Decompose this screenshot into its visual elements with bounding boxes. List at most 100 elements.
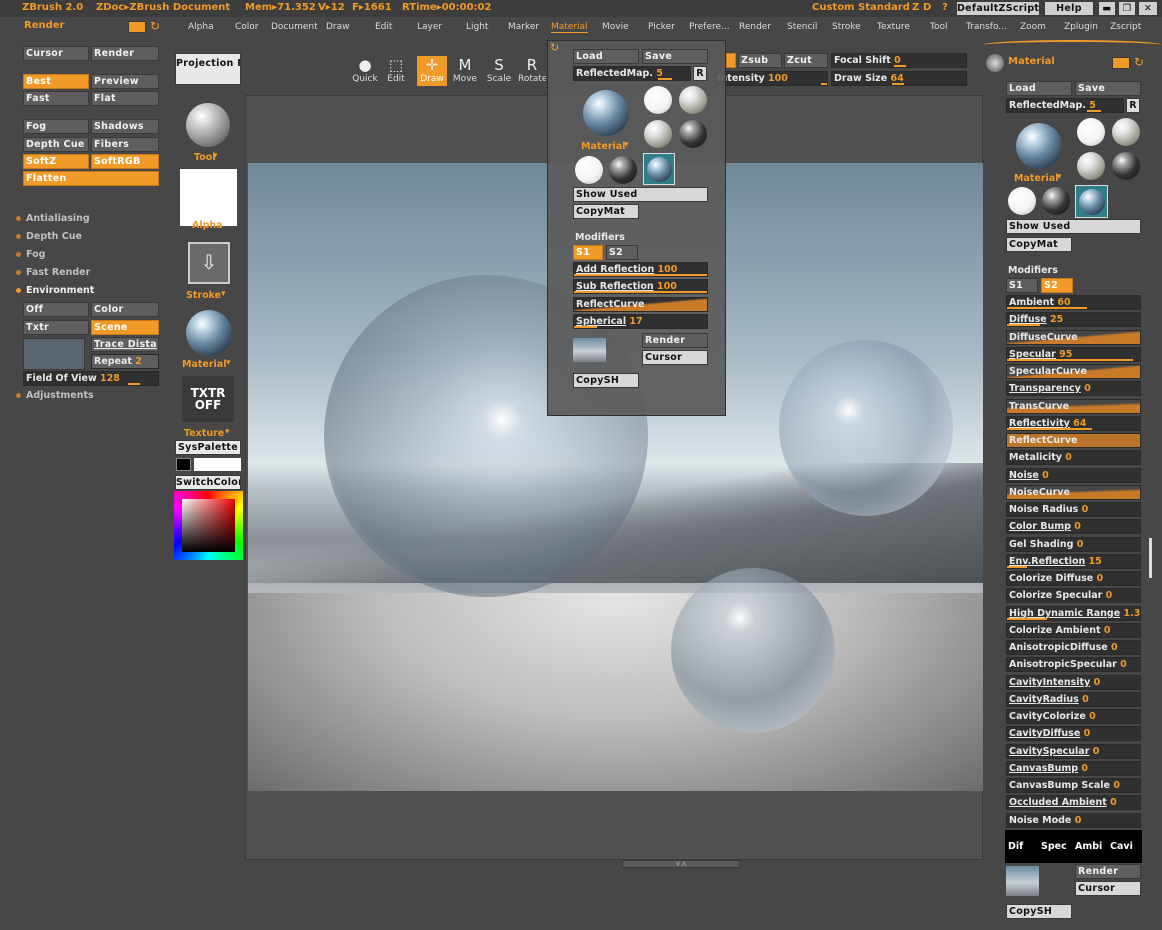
menu-texture[interactable]: Texture xyxy=(877,22,910,32)
right-mat-pearl[interactable] xyxy=(1112,118,1140,146)
cursor-button[interactable]: Cursor xyxy=(23,46,89,61)
slider-reflectcurve[interactable]: ReflectCurve xyxy=(1006,433,1141,448)
secondary-color-swatch[interactable] xyxy=(194,458,241,471)
menu-material[interactable]: Material xyxy=(551,22,588,33)
popup-copymat-button[interactable]: CopyMat xyxy=(573,204,639,219)
popup-s2-button[interactable]: S2 xyxy=(606,245,638,260)
zadd-button[interactable] xyxy=(726,53,736,68)
right-mat-white2[interactable] xyxy=(1008,187,1036,215)
projection-master-button[interactable]: Projection Master xyxy=(175,53,241,85)
section-adjustments[interactable]: Adjustments xyxy=(16,390,94,401)
right-mat-dark[interactable] xyxy=(1112,152,1140,180)
draw-button[interactable]: ✛ Draw xyxy=(417,56,447,86)
material-label[interactable]: Material xyxy=(182,359,226,370)
slider-color-bump[interactable]: Color Bump 0 xyxy=(1006,519,1141,534)
primary-color-swatch[interactable] xyxy=(176,458,191,471)
popup-s1-button[interactable]: S1 xyxy=(573,245,603,260)
right-env-thumbnail[interactable] xyxy=(1006,866,1039,896)
quick-button[interactable]: ● Quick xyxy=(350,56,380,86)
popup-sub-reflection-slider[interactable]: Sub Reflection 100 xyxy=(573,279,708,294)
popup-material-preview[interactable] xyxy=(583,90,629,136)
env-swatch[interactable] xyxy=(23,338,85,370)
minimize-button[interactable]: ▬ xyxy=(1098,1,1116,16)
help-button[interactable]: Help xyxy=(1044,1,1094,16)
stroke-label[interactable]: Stroke xyxy=(186,290,221,301)
focal-shift-slider[interactable]: Focal Shift 0 xyxy=(831,53,967,68)
stroke-preview[interactable]: ⇩ xyxy=(188,242,230,284)
menu-tool[interactable]: Tool xyxy=(930,22,947,32)
repeat-slider[interactable]: Repeat 2 xyxy=(91,354,159,369)
popup-reflectedmap-slider[interactable]: ReflectedMap. 5 xyxy=(573,66,691,81)
slider-cavitycolorize[interactable]: CavityColorize 0 xyxy=(1006,709,1141,724)
rotate-button[interactable]: R Rotate xyxy=(518,56,546,86)
right-s1-button[interactable]: S1 xyxy=(1006,278,1038,293)
slider-noisecurve[interactable]: NoiseCurve xyxy=(1006,485,1141,500)
popup-material-label[interactable]: Material xyxy=(581,141,625,152)
d-button[interactable]: D xyxy=(923,2,931,13)
fog-button[interactable]: Fog xyxy=(23,119,89,134)
menu-zplugin[interactable]: Zplugin xyxy=(1064,22,1098,32)
menu-document[interactable]: Document xyxy=(271,22,318,32)
zsub-button[interactable]: Zsub xyxy=(738,53,782,68)
right-copymat-button[interactable]: CopyMat xyxy=(1006,237,1072,252)
env-txtr-button[interactable]: Txtr xyxy=(23,320,89,335)
restore-button[interactable]: ❐ xyxy=(1118,1,1136,16)
section-environment[interactable]: Environment xyxy=(16,285,94,296)
slider-colorize-specular[interactable]: Colorize Specular 0 xyxy=(1006,588,1141,603)
slider-noise[interactable]: Noise 0 xyxy=(1006,468,1141,483)
right-load-button[interactable]: Load xyxy=(1006,81,1072,96)
popup-copysh-button[interactable]: CopySH xyxy=(573,373,639,388)
slider-specular[interactable]: Specular 95 xyxy=(1006,347,1141,362)
right-material-preview[interactable] xyxy=(1016,123,1062,169)
slider-metalicity[interactable]: Metalicity 0 xyxy=(1006,450,1141,465)
channel-dif[interactable]: Dif xyxy=(1008,841,1023,852)
slider-cavitydiffuse[interactable]: CavityDiffuse 0 xyxy=(1006,726,1141,741)
right-dropdown-icon[interactable] xyxy=(1112,57,1130,69)
popup-mat-dark2[interactable] xyxy=(609,156,637,184)
slider-env-reflection[interactable]: Env.Reflection 15 xyxy=(1006,554,1141,569)
trace-distance-button[interactable]: Trace Dista xyxy=(91,337,159,352)
popup-mat-selected[interactable] xyxy=(643,153,675,185)
menu-transfo[interactable]: Transfo... xyxy=(966,22,1007,32)
popup-mat-white[interactable] xyxy=(644,86,672,114)
texture-label[interactable]: Texture xyxy=(184,428,224,439)
right-copysh-button[interactable]: CopySH xyxy=(1006,904,1072,919)
popup-render-button[interactable]: Render xyxy=(642,333,708,348)
flat-button[interactable]: Flat xyxy=(91,91,159,106)
popup-refresh-icon[interactable]: ↻ xyxy=(550,41,559,54)
popup-add-reflection-slider[interactable]: Add Reflection 100 xyxy=(573,262,708,277)
softz-button[interactable]: SoftZ xyxy=(23,154,89,169)
fibers-button[interactable]: Fibers xyxy=(91,137,159,152)
right-r-button[interactable]: R xyxy=(1126,98,1140,113)
right-s2-button[interactable]: S2 xyxy=(1041,278,1073,293)
channel-spec[interactable]: Spec xyxy=(1041,841,1067,852)
env-off-button[interactable]: Off xyxy=(23,302,89,317)
render-button[interactable]: Render xyxy=(91,46,159,61)
right-scrollbar[interactable] xyxy=(1149,538,1152,578)
custom-button[interactable]: Custom xyxy=(812,2,854,13)
right-mat-pearl2[interactable] xyxy=(1077,152,1105,180)
alpha-label[interactable]: Alpha xyxy=(192,220,223,231)
tool-sphere-icon[interactable] xyxy=(186,103,230,147)
scale-button[interactable]: S Scale xyxy=(484,56,514,86)
menu-light[interactable]: Light xyxy=(466,22,488,32)
menu-movie[interactable]: Movie xyxy=(602,22,629,32)
channel-cavi[interactable]: Cavi xyxy=(1110,841,1133,852)
best-button[interactable]: Best xyxy=(23,74,89,89)
slider-canvasbump-scale[interactable]: CanvasBump Scale 0 xyxy=(1006,778,1141,793)
slider-diffusecurve[interactable]: DiffuseCurve xyxy=(1006,330,1141,345)
refresh-icon[interactable]: ↻ xyxy=(150,19,160,33)
popup-spherical-slider[interactable]: Spherical 17 xyxy=(573,314,708,329)
right-refresh-icon[interactable]: ↻ xyxy=(1134,55,1144,69)
menu-layer[interactable]: Layer xyxy=(417,22,442,32)
slider-ambient[interactable]: Ambient 60 xyxy=(1006,295,1141,310)
popup-mat-pearl[interactable] xyxy=(679,86,707,114)
popup-mat-dark[interactable] xyxy=(679,120,707,148)
menu-stencil[interactable]: Stencil xyxy=(787,22,817,32)
slider-noise-mode[interactable]: Noise Mode 0 xyxy=(1006,813,1141,828)
menu-color[interactable]: Color xyxy=(235,22,259,32)
slider-colorize-diffuse[interactable]: Colorize Diffuse 0 xyxy=(1006,571,1141,586)
slider-anisotropicspecular[interactable]: AnisotropicSpecular 0 xyxy=(1006,657,1141,672)
channel-ambi[interactable]: Ambi xyxy=(1075,841,1102,852)
popup-mat-white2[interactable] xyxy=(575,156,603,184)
